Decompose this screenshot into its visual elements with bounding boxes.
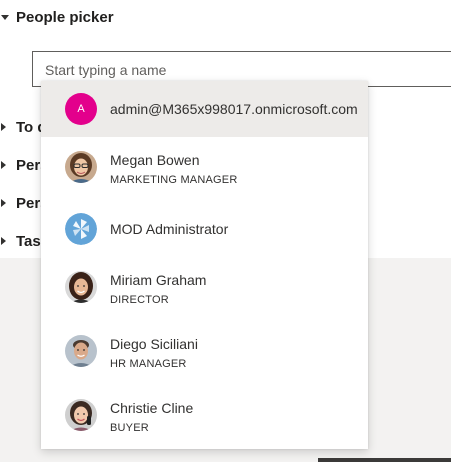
avatar	[65, 335, 97, 367]
suggestion-job-title: HR MANAGER	[110, 358, 187, 370]
avatar	[65, 271, 97, 303]
page: People picker To do Person Person card T…	[0, 0, 451, 462]
chevron-down-icon	[1, 14, 9, 20]
suggestion-name: Miriam Graham	[110, 272, 207, 288]
suggestion-item-admin[interactable]: A admin@M365x998017.onmicrosoft.com	[41, 81, 368, 137]
suggestion-name: Diego Siciliani	[110, 336, 198, 352]
chevron-right-icon	[1, 199, 9, 207]
suggestion-job-title: BUYER	[110, 422, 149, 434]
avatar	[65, 151, 97, 183]
bottom-bar	[318, 458, 451, 462]
suggestion-name: MOD Administrator	[110, 221, 229, 237]
section-people-picker[interactable]: People picker	[0, 6, 114, 28]
initials-avatar: A	[65, 93, 97, 125]
suggestion-job-title: MARKETING MANAGER	[110, 174, 238, 186]
suggestion-item-megan-bowen[interactable]: Megan Bowen MARKETING MANAGER	[41, 141, 368, 197]
suggestion-job-title: DIRECTOR	[110, 294, 169, 306]
avatar-initials: A	[77, 103, 85, 115]
chevron-right-icon	[1, 123, 9, 131]
suggestion-item-christie-cline[interactable]: Christie Cline BUYER	[41, 389, 368, 445]
section-label: People picker	[16, 8, 114, 26]
suggestion-item-mod-administrator[interactable]: MOD Administrator	[41, 201, 368, 257]
logo-avatar	[65, 213, 97, 245]
suggestion-name: admin@M365x998017.onmicrosoft.com	[110, 101, 358, 117]
suggestion-item-miriam-graham[interactable]: Miriam Graham DIRECTOR	[41, 261, 368, 317]
chevron-right-icon	[1, 161, 9, 169]
avatar	[65, 399, 97, 431]
suggestion-name: Christie Cline	[110, 400, 194, 416]
chevron-right-icon	[1, 237, 9, 245]
suggestions-dropdown: A admin@M365x998017.onmicrosoft.com Mega…	[41, 81, 368, 449]
suggestion-name: Megan Bowen	[110, 152, 200, 168]
suggestion-item-diego-siciliani[interactable]: Diego Siciliani HR MANAGER	[41, 325, 368, 381]
